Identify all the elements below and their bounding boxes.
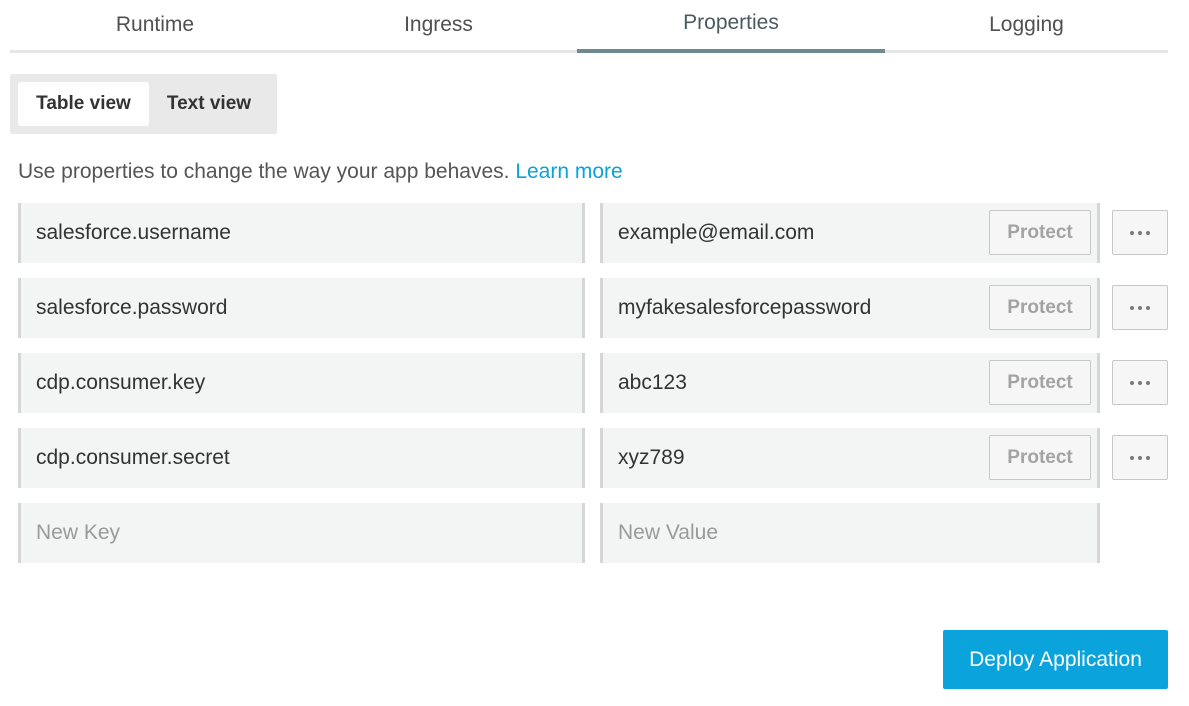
property-row: cdp.consumer.key abc123 Protect [18,353,1168,413]
properties-description: Use properties to change the way your ap… [18,160,623,184]
table-view-button[interactable]: Table view [18,82,149,126]
ellipsis-icon [1130,455,1150,460]
description-text: Use properties to change the way your ap… [18,160,510,183]
property-value-text: myfakesalesforcepassword [618,296,872,319]
property-row: salesforce.password myfakesalesforcepass… [18,278,1168,338]
row-actions-button[interactable] [1112,285,1168,330]
protect-button[interactable]: Protect [989,210,1091,255]
property-value-field[interactable]: example@email.com Protect [600,203,1100,263]
tab-ingress[interactable]: Ingress [300,0,577,53]
row-actions-button[interactable] [1112,360,1168,405]
property-key-field[interactable]: salesforce.password [18,278,585,338]
ellipsis-icon [1130,230,1150,235]
ellipsis-icon [1130,380,1150,385]
property-row: salesforce.username example@email.com Pr… [18,203,1168,263]
row-actions-button[interactable] [1112,210,1168,255]
property-value-text: abc123 [618,371,687,394]
view-toggle: Table view Text view [10,74,277,134]
property-row: cdp.consumer.secret xyz789 Protect [18,428,1168,488]
property-value-text: xyz789 [618,446,685,469]
tab-properties[interactable]: Properties [577,0,885,53]
tab-logging[interactable]: Logging [885,0,1168,53]
deploy-application-button[interactable]: Deploy Application [943,630,1168,689]
text-view-button[interactable]: Text view [153,82,265,126]
property-value-field[interactable]: abc123 Protect [600,353,1100,413]
property-key-field[interactable]: cdp.consumer.secret [18,428,585,488]
property-value-field[interactable]: myfakesalesforcepassword Protect [600,278,1100,338]
properties-panel: Runtime Ingress Properties Logging Table… [0,0,1189,706]
row-actions-button[interactable] [1112,435,1168,480]
tab-bar: Runtime Ingress Properties Logging [10,0,1168,53]
new-property-row: New Key New Value [18,503,1168,563]
property-key-field[interactable]: cdp.consumer.key [18,353,585,413]
protect-button[interactable]: Protect [989,360,1091,405]
new-key-input[interactable]: New Key [18,503,585,563]
property-value-field[interactable]: xyz789 Protect [600,428,1100,488]
property-value-text: example@email.com [618,221,815,244]
property-key-field[interactable]: salesforce.username [18,203,585,263]
protect-button[interactable]: Protect [989,435,1091,480]
ellipsis-icon [1130,305,1150,310]
new-value-input[interactable]: New Value [600,503,1100,563]
learn-more-link[interactable]: Learn more [515,160,622,183]
protect-button[interactable]: Protect [989,285,1091,330]
tab-runtime[interactable]: Runtime [10,0,300,53]
